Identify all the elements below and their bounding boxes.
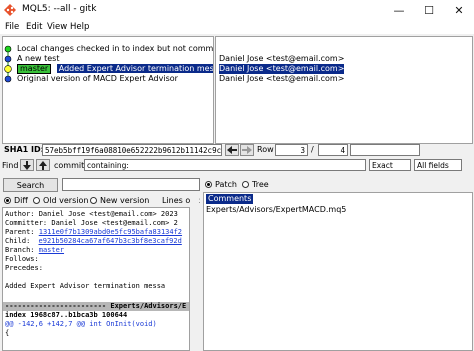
row-total-field: 4 [318, 144, 348, 156]
old-version-radio[interactable] [33, 197, 40, 204]
menu-view[interactable]: View [45, 21, 69, 33]
row-current-field[interactable]: 3 [275, 144, 308, 156]
branch-line: Branch: master [5, 246, 64, 255]
author-pane[interactable]: Daniel Jose <test@email.com> Daniel Jose… [215, 36, 473, 144]
committer-line: Committer: Daniel Jose <test@email.com> … [5, 219, 178, 227]
commit-node-local[interactable] [4, 45, 12, 53]
find-mode-select[interactable]: containing: [84, 159, 366, 171]
tree-radio[interactable] [242, 181, 249, 188]
sha-label: SHA1 ID: [4, 145, 44, 154]
sha-field[interactable]: 57eb5bff19f6a08810e652222b9612b11142c9c8 [42, 144, 222, 156]
find-fields-select[interactable]: All fields [414, 159, 462, 171]
file-list-pane[interactable]: Comments Experts/Advisors/ExpertMACD.mq5 [203, 192, 473, 351]
gitk-diamond-icon [4, 4, 16, 16]
old-version-label: Old version [43, 196, 89, 205]
find-down-arrow-icon[interactable] [20, 159, 34, 171]
new-version-radio[interactable] [90, 197, 97, 204]
parent-label: Parent: [5, 228, 35, 236]
menu-edit[interactable]: Edit [24, 21, 44, 33]
author-row[interactable]: Daniel Jose <test@email.com> [219, 74, 344, 84]
patch-radio[interactable] [205, 181, 212, 188]
row-label: Row [257, 145, 274, 154]
commit-row-selected[interactable]: master Added Expert Advisor termination … [17, 64, 213, 74]
minimize-button[interactable]: — [384, 0, 414, 20]
find-up-arrow-icon[interactable] [36, 159, 50, 171]
tree-label: Tree [252, 180, 269, 189]
commit-row[interactable]: Local changes checked in to index but no… [17, 44, 213, 54]
author-row[interactable]: Daniel Jose <test@email.com> [219, 54, 344, 64]
commit-message-line: Added Expert Advisor termination messa [5, 282, 166, 290]
search-button[interactable]: Search [3, 178, 58, 192]
commit-details-pane[interactable]: Author: Daniel Jose <test@email.com> 202… [2, 207, 190, 351]
branch-label: Branch: [5, 246, 35, 254]
diff-hunk-line: @@ -142,6 +142,7 @@ int OnInit(void) [5, 320, 157, 328]
commit-row[interactable]: Original version of MACD Expert Advisor [17, 74, 178, 84]
search-input[interactable] [62, 178, 200, 191]
commit-graph [4, 45, 12, 83]
menu-bar: File Edit View Help [0, 20, 474, 34]
follows-line: Follows: [5, 255, 39, 263]
branch-link[interactable]: master [39, 246, 64, 254]
parent-line: Parent: 1311e0f7b1309abd0e5fc95bafa83134… [5, 228, 182, 237]
precedes-line: Precedes: [5, 264, 43, 272]
maximize-button[interactable]: ☐ [414, 0, 444, 20]
commit-node-head[interactable] [4, 65, 12, 73]
patch-label: Patch [215, 180, 237, 189]
menu-file[interactable]: File [3, 21, 21, 33]
title-bar: MQL5: --all - gitk — ☐ ✕ [0, 0, 474, 20]
find-match-select[interactable]: Exact [369, 159, 411, 171]
child-label: Child: [5, 237, 31, 245]
pane-splitter[interactable] [190, 195, 199, 349]
new-version-label: New version [100, 196, 150, 205]
back-arrow-icon[interactable] [225, 144, 239, 156]
author-row-selected[interactable]: Daniel Jose <test@email.com> [219, 64, 345, 74]
diff-file-header[interactable]: ------------------------ Experts/Advisor… [3, 302, 189, 311]
parent-hash-link[interactable]: 1311e0f7b1309abd0e5fc95bafa83134f2 [39, 228, 182, 236]
forward-arrow-icon[interactable] [240, 144, 254, 156]
file-item[interactable]: Experts/Advisors/ExpertMACD.mq5 [206, 205, 346, 215]
commit-node[interactable] [4, 75, 12, 83]
child-line: Child: e921b50284ca67af647b3c3bf8e3caf92… [5, 237, 182, 246]
diff-label: Diff [14, 196, 28, 205]
row-separator: / [311, 145, 314, 154]
window-title: MQL5: --all - gitk [22, 4, 97, 14]
close-button[interactable]: ✕ [444, 0, 474, 20]
commit-history-pane[interactable]: Local changes checked in to index but no… [2, 36, 214, 144]
branch-tag-master[interactable]: master [17, 64, 52, 74]
author-line: Author: Daniel Jose <test@email.com> 202… [5, 210, 178, 218]
commit-row[interactable]: A new test [17, 54, 59, 64]
diff-index-line: index 1968c87..b1bca3b 100644 [5, 311, 128, 319]
commit-node[interactable] [4, 55, 12, 63]
progress-field [350, 144, 420, 156]
find-label: Find [2, 161, 19, 170]
menu-help[interactable]: Help [68, 21, 91, 33]
find-commit-label: commit [54, 161, 85, 170]
comments-item[interactable]: Comments [206, 194, 254, 204]
diff-radio[interactable] [4, 197, 11, 204]
diff-context-line: { [5, 329, 10, 337]
child-hash-link[interactable]: e921b50284ca67af647b3c3bf8e3caf92d [39, 237, 182, 245]
commit-message: Added Expert Advisor termination message [56, 64, 213, 73]
